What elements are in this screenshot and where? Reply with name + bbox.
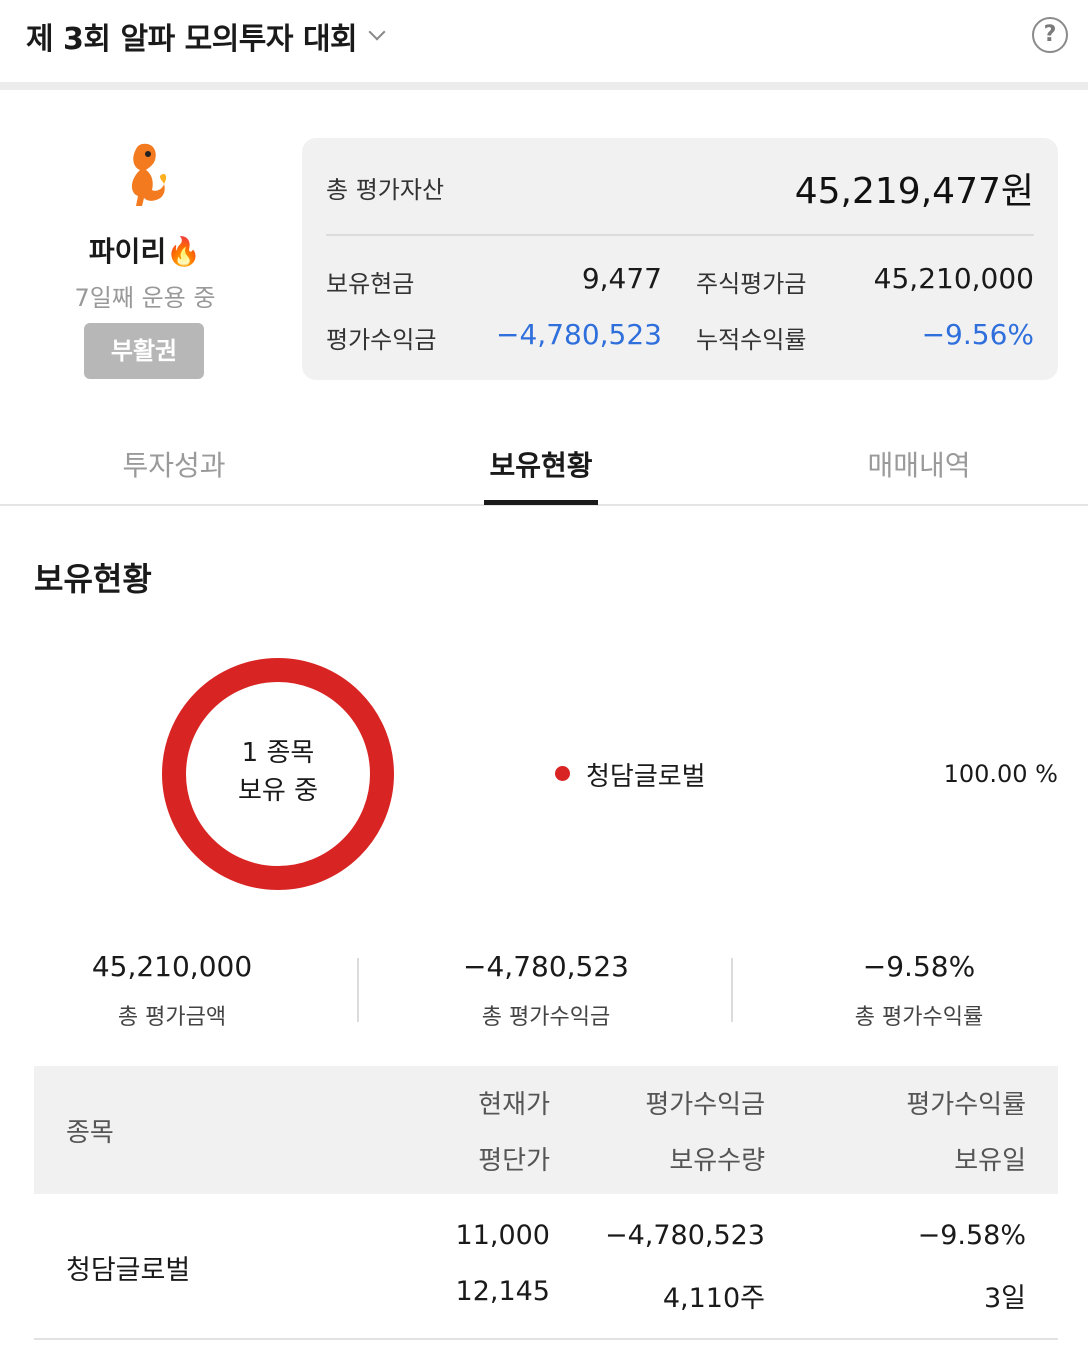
row-current-price: 11,000 [455,1220,550,1251]
col-header-name: 종목 [66,1118,114,1148]
row-return-rate: −9.58% [917,1220,1026,1251]
stat-value: 45,210,000 [91,950,253,983]
stat-value: −9.58% [862,950,976,983]
stat-separator [357,958,359,1022]
asset-summary-panel: 총 평가자산 45,219,477원 보유현금 9,477 주식평가금 45,2… [302,138,1058,380]
stat-label: 총 평가금액 [117,1005,227,1030]
stat-total-value: 45,210,000 총 평가금액 [22,950,322,1031]
stock-value: 45,210,000 [873,262,1034,295]
stat-total-return: −9.58% 총 평가수익률 [769,950,1069,1031]
col-header-avg-price: 평단가 [478,1146,550,1176]
stat-separator [731,958,733,1022]
col-header-return-rate: 평가수익률 [906,1090,1026,1120]
legend-percent: 100.00 % [943,760,1058,788]
tab-trade-history[interactable]: 매매내역 [769,444,1069,484]
holdings-table-header: 종목 현재가 평단가 평가수익금 보유수량 평가수익률 보유일 [34,1066,1058,1194]
donut-count: 1 종목 [241,738,315,768]
row-divider [34,1338,1058,1340]
col-header-current-price: 현재가 [478,1090,550,1120]
tab-holdings[interactable]: 보유현황 [391,444,691,484]
app-header: 제 3회 알파 모의투자 대회 ? [0,0,1088,82]
stat-total-pnl: −4,780,523 총 평가수익금 [396,950,696,1031]
total-assets-value: 45,219,477원 [794,171,1034,212]
cash-value: 9,477 [581,262,662,295]
chevron-down-icon [368,23,386,41]
row-avg-price: 12,145 [455,1276,550,1307]
days-running: 7일째 운용 중 [74,284,216,312]
stock-value-label: 주식평가금 [696,270,807,298]
legend-dot [555,766,570,781]
revive-button[interactable]: 부활권 [84,323,204,379]
cumulative-return-label: 누적수익률 [696,326,807,354]
donut-center-text: 1 종목 보유 중 [160,734,396,810]
donut-status: 보유 중 [237,776,319,806]
stat-label: 총 평가수익률 [854,1005,984,1030]
cumulative-return-value: −9.56% [921,318,1034,351]
cash-label: 보유현금 [326,270,415,298]
summary-divider [326,234,1034,236]
section-title: 보유현황 [34,560,152,598]
row-quantity: 4,110주 [662,1283,765,1314]
nickname: 파이리🔥 [88,235,202,268]
header-divider [0,82,1088,90]
contest-selector[interactable]: 제 3회 알파 모의투자 대회 [26,14,386,58]
contest-title: 제 3회 알파 모의투자 대회 [26,22,358,57]
stat-value: −4,780,523 [463,950,629,983]
legend-stock-name: 청담글로벌 [586,762,706,792]
row-stock-name: 청담글로벌 [66,1255,191,1286]
col-header-pnl: 평가수익금 [645,1090,765,1120]
active-tab-indicator [484,500,598,505]
col-header-quantity: 보유수량 [669,1146,765,1176]
stat-label: 총 평가수익금 [481,1005,611,1030]
help-icon[interactable]: ? [1032,17,1068,53]
tab-performance[interactable]: 투자성과 [24,444,324,484]
row-holding-days: 3일 [983,1283,1026,1314]
pnl-label: 평가수익금 [326,326,437,354]
total-assets-label: 총 평가자산 [326,176,445,204]
avatar [131,143,167,206]
col-header-holding-days: 보유일 [954,1146,1026,1176]
pnl-value: −4,780,523 [496,318,662,351]
tab-bar: 투자성과 보유현황 매매내역 [0,420,1088,506]
row-pnl: −4,780,523 [604,1220,765,1251]
